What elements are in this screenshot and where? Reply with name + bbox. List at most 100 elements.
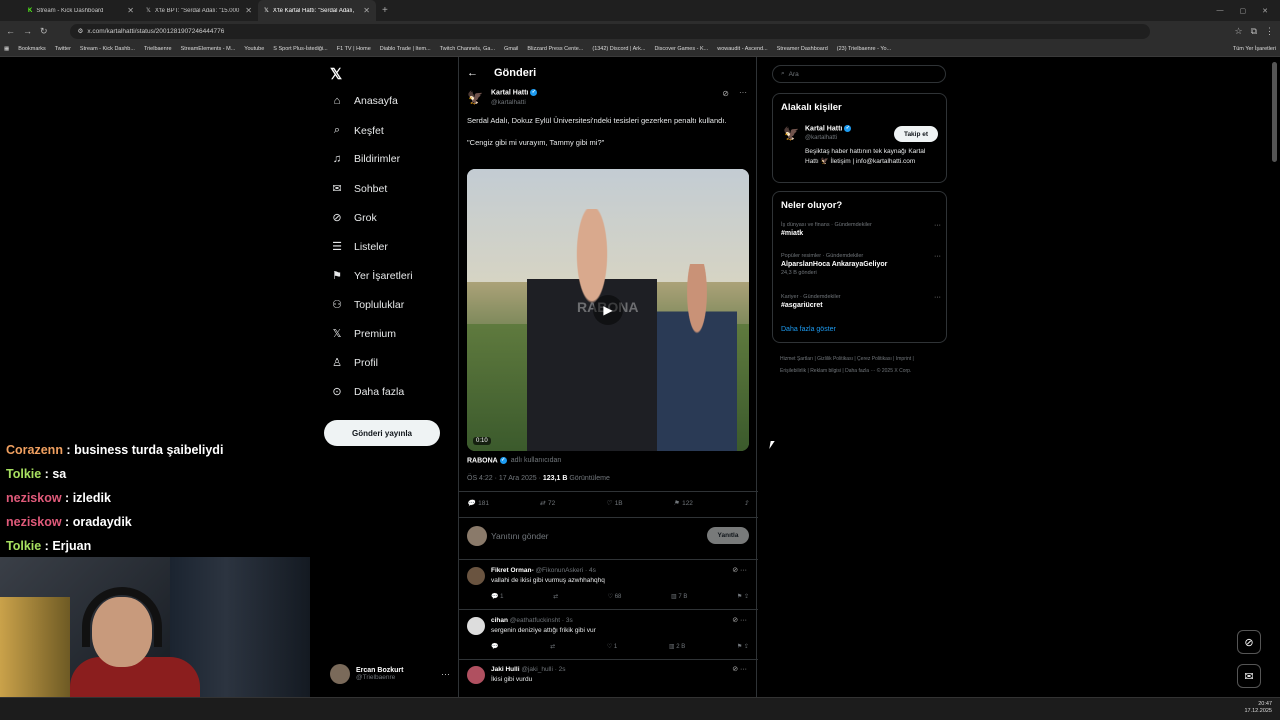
grok-icon[interactable]: ⊘	[722, 89, 729, 98]
forward-icon[interactable]: →	[23, 26, 32, 36]
bookmark-item[interactable]: Streamer Dashboard	[777, 46, 828, 52]
reply-icon[interactable]: 💬	[491, 643, 498, 650]
nav-more[interactable]: ⊙ Daha fazla	[330, 385, 404, 399]
bookmark-item[interactable]: (1342) Discord | Ark...	[592, 46, 645, 52]
close-icon[interactable]: ✕	[245, 6, 252, 15]
clock[interactable]: 20:47 17.12.2025	[1244, 701, 1272, 715]
like-action[interactable]: ♡ 1B	[606, 499, 623, 508]
tab-3[interactable]: 𝕏 X'te Kartal Hattı: "Serdal Adalı, ✕	[258, 0, 376, 21]
bookmark-item[interactable]: Twitter	[55, 46, 71, 52]
avatar[interactable]	[467, 666, 485, 684]
views-icon[interactable]: ▥ 7 B	[671, 593, 687, 600]
repost-action[interactable]: ⇄ 72	[540, 499, 556, 508]
list-item[interactable]: cihan @eathatfuckinsht · 3s ⊘ ··· sergen…	[467, 615, 749, 659]
bookmark-item[interactable]: Blizzard Press Cente...	[527, 46, 583, 52]
video-source[interactable]: RABONA ✓ adlı kullanıcıdan	[467, 457, 561, 464]
author-name[interactable]: Kartal Hattı ✓	[491, 89, 538, 96]
bookmark-item[interactable]: Trielbaenre	[144, 46, 172, 52]
heart-icon[interactable]: ♡ 1	[607, 643, 617, 650]
bookmark-icon[interactable]: ⚑ ⇪	[737, 643, 749, 650]
all-bookmarks-link[interactable]: Tüm Yer İşaretleri	[1233, 46, 1276, 52]
related-name[interactable]: Kartal Hattı ✓	[805, 125, 852, 132]
bookmark-item[interactable]: F1 TV | Home	[337, 46, 371, 52]
nav-grok[interactable]: ⊘ Grok	[330, 211, 376, 225]
nav-lists[interactable]: ☰ Listeler	[330, 240, 388, 254]
bookmark-item[interactable]: Stream - Kick Dashb...	[80, 46, 135, 52]
new-tab-button[interactable]: +	[382, 5, 388, 16]
bookmark-item[interactable]: Diablo Trade | Item...	[380, 46, 431, 52]
reply-action[interactable]: 💬 181	[467, 499, 489, 508]
close-icon[interactable]: ✕	[127, 6, 134, 15]
avatar[interactable]	[467, 567, 485, 585]
back-icon[interactable]: ←	[6, 26, 15, 36]
url-field[interactable]: ⚙ x.com/kartalhatti/status/20012819072464…	[69, 23, 1150, 39]
footer-links[interactable]: Hizmet Şartları | Gizlilik Politikası | …	[780, 353, 940, 377]
reply-input[interactable]: Yanıtını gönder	[491, 531, 549, 541]
nav-home[interactable]: ⌂ Anasayfa	[330, 95, 398, 107]
nav-bookmarks[interactable]: ⚑ Yer İşaretleri	[330, 269, 413, 283]
repost-icon[interactable]: ⇄	[553, 593, 558, 600]
trend-item[interactable]: Popüler resimler · Gündemdekiler Alparsla…	[781, 253, 941, 276]
show-more-link[interactable]: Daha fazla göster	[781, 326, 836, 333]
tab-1[interactable]: K Stream - Kick Dashboard ✕	[22, 0, 140, 21]
eagle-avatar-icon[interactable]: 🦅	[467, 90, 485, 108]
bookmark-item[interactable]: Twitch Channels, Ga...	[440, 46, 495, 52]
minimize-icon[interactable]: —	[1217, 7, 1224, 15]
nav-explore[interactable]: ⌕ Keşfet	[330, 124, 384, 137]
bookmark-item[interactable]: wowaudit - Ascend...	[717, 46, 767, 52]
tab-2[interactable]: 𝕏 X'te BPT: "Serdal Adalı: "15.000 ✕	[140, 0, 258, 21]
author-handle[interactable]: @kartalhatti	[491, 99, 526, 106]
nav-chat[interactable]: ✉ Sohbet	[330, 182, 387, 196]
site-info-icon[interactable]: ⚙	[78, 27, 84, 35]
extensions-icon[interactable]: ⧉	[1251, 26, 1257, 37]
bookmark-item[interactable]: S Sport Plus-İstediği...	[273, 46, 327, 52]
account-switcher[interactable]: Ercan Bozkurt @Trielbaenre ···	[330, 662, 450, 686]
window-controls[interactable]: — ▢ ✕	[1217, 7, 1280, 15]
bookmark-item[interactable]: Discover Games - K...	[654, 46, 708, 52]
nav-profile[interactable]: ♙ Profil	[330, 356, 378, 370]
maximize-icon[interactable]: ▢	[1240, 7, 1247, 15]
reload-icon[interactable]: ↻	[40, 26, 48, 37]
scrollbar[interactable]	[1272, 62, 1277, 162]
grok-fab-icon[interactable]: ⊘	[1237, 630, 1261, 654]
bookmark-item[interactable]: (23) Trielbaenre - Yo...	[837, 46, 891, 52]
views-icon[interactable]: ▥ 2 B	[669, 643, 685, 650]
bookmark-item[interactable]: Youtube	[244, 46, 264, 52]
follow-button[interactable]: Takip et	[894, 126, 938, 142]
bookmark-icon[interactable]: ⚑ ⇪	[737, 593, 749, 600]
bookmark-item[interactable]: Gmail	[504, 46, 518, 52]
star-icon[interactable]: ☆	[1234, 26, 1242, 37]
eagle-avatar-icon[interactable]: 🦅	[783, 126, 799, 142]
reply-icon[interactable]: 💬 1	[491, 593, 503, 600]
heart-icon[interactable]: ♡ 68	[608, 593, 622, 600]
back-arrow-icon[interactable]: ←	[467, 67, 478, 79]
grok-icon[interactable]: ⊘ ···	[732, 566, 747, 574]
close-window-icon[interactable]: ✕	[1262, 7, 1268, 15]
play-icon[interactable]: ▶	[593, 295, 623, 325]
more-icon[interactable]: ···	[739, 88, 747, 97]
post-button[interactable]: Gönderi yayınla	[324, 420, 440, 446]
x-logo-icon[interactable]: 𝕏	[330, 65, 342, 83]
trend-item[interactable]: Kariyer · Gündemdekiler #asgariücret ···	[781, 294, 941, 309]
close-icon[interactable]: ✕	[363, 6, 370, 15]
more-icon[interactable]: ···	[934, 294, 941, 301]
list-item[interactable]: Fikret Orman- @FikonunAskeri · 4s ⊘ ··· …	[467, 565, 749, 609]
bookmark-item[interactable]: StreamElements - M...	[181, 46, 236, 52]
grok-icon[interactable]: ⊘ ···	[732, 616, 747, 624]
messages-fab-icon[interactable]: ✉	[1237, 664, 1261, 688]
bookmark-item[interactable]: Bookmarks	[18, 46, 46, 52]
avatar[interactable]	[467, 617, 485, 635]
share-action[interactable]: ⇪	[744, 499, 749, 507]
bookmark-action[interactable]: ⚑ 122	[673, 499, 693, 508]
more-icon[interactable]: ···	[934, 253, 941, 260]
post-video[interactable]: RABONA ▶ 0:10	[467, 169, 749, 451]
search-input[interactable]: ⌕ Ara	[772, 65, 946, 83]
nav-premium[interactable]: 𝕏 Premium	[330, 327, 396, 341]
repost-icon[interactable]: ⇄	[550, 643, 555, 650]
nav-notifications[interactable]: ♫ Bildirimler	[330, 153, 400, 165]
apps-icon[interactable]: ▦	[4, 46, 9, 52]
nav-communities[interactable]: ⚇ Topluluklar	[330, 298, 404, 312]
grok-icon[interactable]: ⊘ ···	[732, 665, 747, 673]
reply-button[interactable]: Yanıtla	[707, 527, 749, 544]
menu-icon[interactable]: ⋮	[1265, 26, 1274, 37]
